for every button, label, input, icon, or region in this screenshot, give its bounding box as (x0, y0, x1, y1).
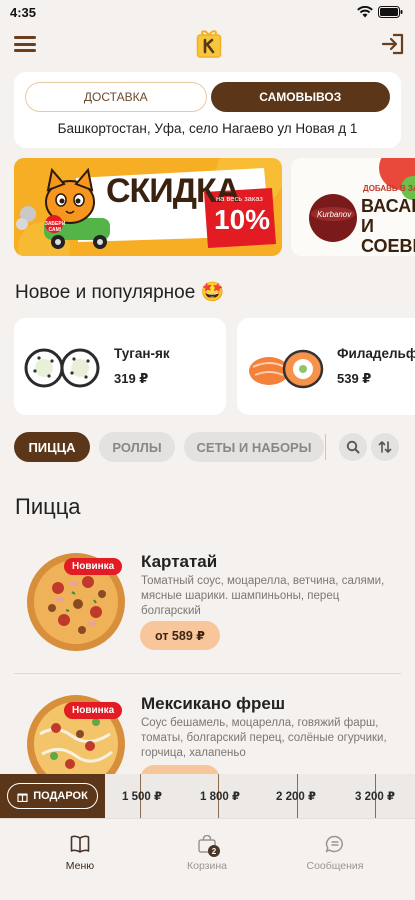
delivery-card: ДОСТАВКА САМОВЫВОЗ Башкортостан, Уфа, се… (14, 72, 401, 148)
nav-cart[interactable]: 2 Корзина (162, 834, 252, 872)
popular-card-tugan-yak[interactable]: Туган-як 319 ₽ (14, 318, 226, 415)
status-bar: 4:35 (0, 0, 415, 24)
product-description: Соус бешамель, моцарелла, говяжий фарш, … (141, 717, 387, 759)
product-image-rolls (24, 348, 100, 387)
banner-small-text: на весь заказ (216, 194, 263, 203)
popular-item-price: 539 ₽ (337, 371, 372, 386)
nav-messages[interactable]: Сообщения (290, 835, 380, 872)
gift-threshold: 3 200 ₽ (355, 791, 395, 803)
gift-threshold: 2 200 ₽ (276, 791, 316, 803)
gift-progress-fill: ПОДАРОК (0, 774, 105, 818)
category-rolls[interactable]: РОЛЛЫ (99, 432, 175, 462)
nav-label: Сообщения (306, 860, 364, 872)
product-description: Томатный соус, моцарелла, ветчина, салям… (141, 575, 385, 617)
popular-section-title: Новое и популярное 🤩 (15, 282, 225, 303)
gift-icon (17, 793, 28, 802)
book-icon (70, 835, 90, 853)
cart-badge: 2 (208, 845, 220, 857)
tab-pickup[interactable]: САМОВЫВОЗ (210, 82, 390, 112)
status-icons (357, 6, 403, 18)
product-name: Мексикано фреш (141, 694, 286, 713)
banner-tag: ЗАБЕРИ САМ! (44, 221, 66, 233)
status-time: 4:35 (10, 4, 37, 20)
chat-icon (325, 835, 343, 853)
popular-item-name: Филадельфия (337, 346, 415, 361)
category-section-title: Пицца (15, 494, 81, 519)
popular-card-philadelphia[interactable]: Филадельфия 539 ₽ (237, 318, 415, 415)
price-button[interactable]: от 589 ₽ (140, 621, 220, 650)
nav-menu[interactable]: Меню (35, 835, 125, 872)
tab-delivery[interactable]: ДОСТАВКА (25, 82, 207, 112)
gift-button[interactable]: ПОДАРОК (7, 783, 98, 809)
gift-button-label: ПОДАРОК (33, 790, 88, 802)
new-badge: Новинка (64, 702, 123, 719)
login-icon[interactable] (381, 33, 405, 55)
new-badge: Новинка (64, 558, 123, 575)
popular-item-name: Туган-як (114, 346, 170, 361)
promo-carousel: СКИДКА ЗАБЕРИ САМ! на весь заказ 10% ДОБ… (14, 158, 415, 257)
nav-label: Меню (65, 860, 95, 872)
delivery-toggle: ДОСТАВКА САМОВЫВОЗ (25, 82, 390, 112)
hamburger-icon[interactable] (14, 36, 36, 52)
product-name: Картатай (141, 552, 218, 571)
promo-banner-discount[interactable]: СКИДКА ЗАБЕРИ САМ! на весь заказ 10% (14, 158, 282, 256)
category-tabs: ПИЦЦА РОЛЛЫ СЕТЫ И НАБОРЫ (14, 432, 415, 462)
promo-banner-wasabi[interactable]: ДОБАВЬ В ЗАКАЗ ВАСАБИ И СОЕВЫ Kurbanov (291, 158, 415, 256)
banner-wasabi-brand: Kurbanov (317, 210, 352, 219)
category-sets[interactable]: СЕТЫ И НАБОРЫ (184, 432, 324, 462)
category-divider (325, 434, 326, 460)
gift-threshold: 1 800 ₽ (200, 791, 240, 803)
app-header (0, 24, 415, 64)
gift-logo-icon[interactable] (196, 29, 222, 59)
popular-item-price: 319 ₽ (114, 371, 149, 386)
nav-label: Корзина (187, 860, 227, 872)
search-icon[interactable] (339, 433, 367, 461)
category-pizza[interactable]: ПИЦЦА (14, 432, 90, 462)
popular-list: Туган-як 319 ₽ Филадельфия 539 ₽ (14, 318, 415, 415)
battery-icon (378, 6, 403, 18)
wifi-icon (357, 6, 373, 18)
banner-wasabi-title: ВАСАБИ И СОЕВЫ (361, 196, 415, 256)
gift-threshold: 1 500 ₽ (122, 791, 162, 803)
product-divider (14, 673, 401, 674)
bottom-nav: Меню 2 Корзина Сообщения (0, 818, 415, 900)
product-card-mexicano-fresh[interactable]: Новинка Мексикано фреш Соус бешамель, мо… (14, 692, 401, 774)
banner-discount: 10% (214, 204, 271, 235)
product-image-philadelphia (249, 349, 324, 388)
price-button[interactable]: от 589 ₽ (140, 765, 220, 774)
pickup-address[interactable]: Башкортостан, Уфа, село Нагаево ул Новая… (25, 121, 390, 136)
sort-icon[interactable] (371, 433, 399, 461)
gift-progress-bar: ПОДАРОК 1 500 ₽ 1 800 ₽ 2 200 ₽ 3 200 ₽ (0, 774, 415, 818)
product-card-kartatay[interactable]: Новинка Картатай Томатный соус, моцарелл… (14, 548, 401, 668)
banner-wasabi-small: ДОБАВЬ В ЗАКАЗ (363, 184, 415, 193)
